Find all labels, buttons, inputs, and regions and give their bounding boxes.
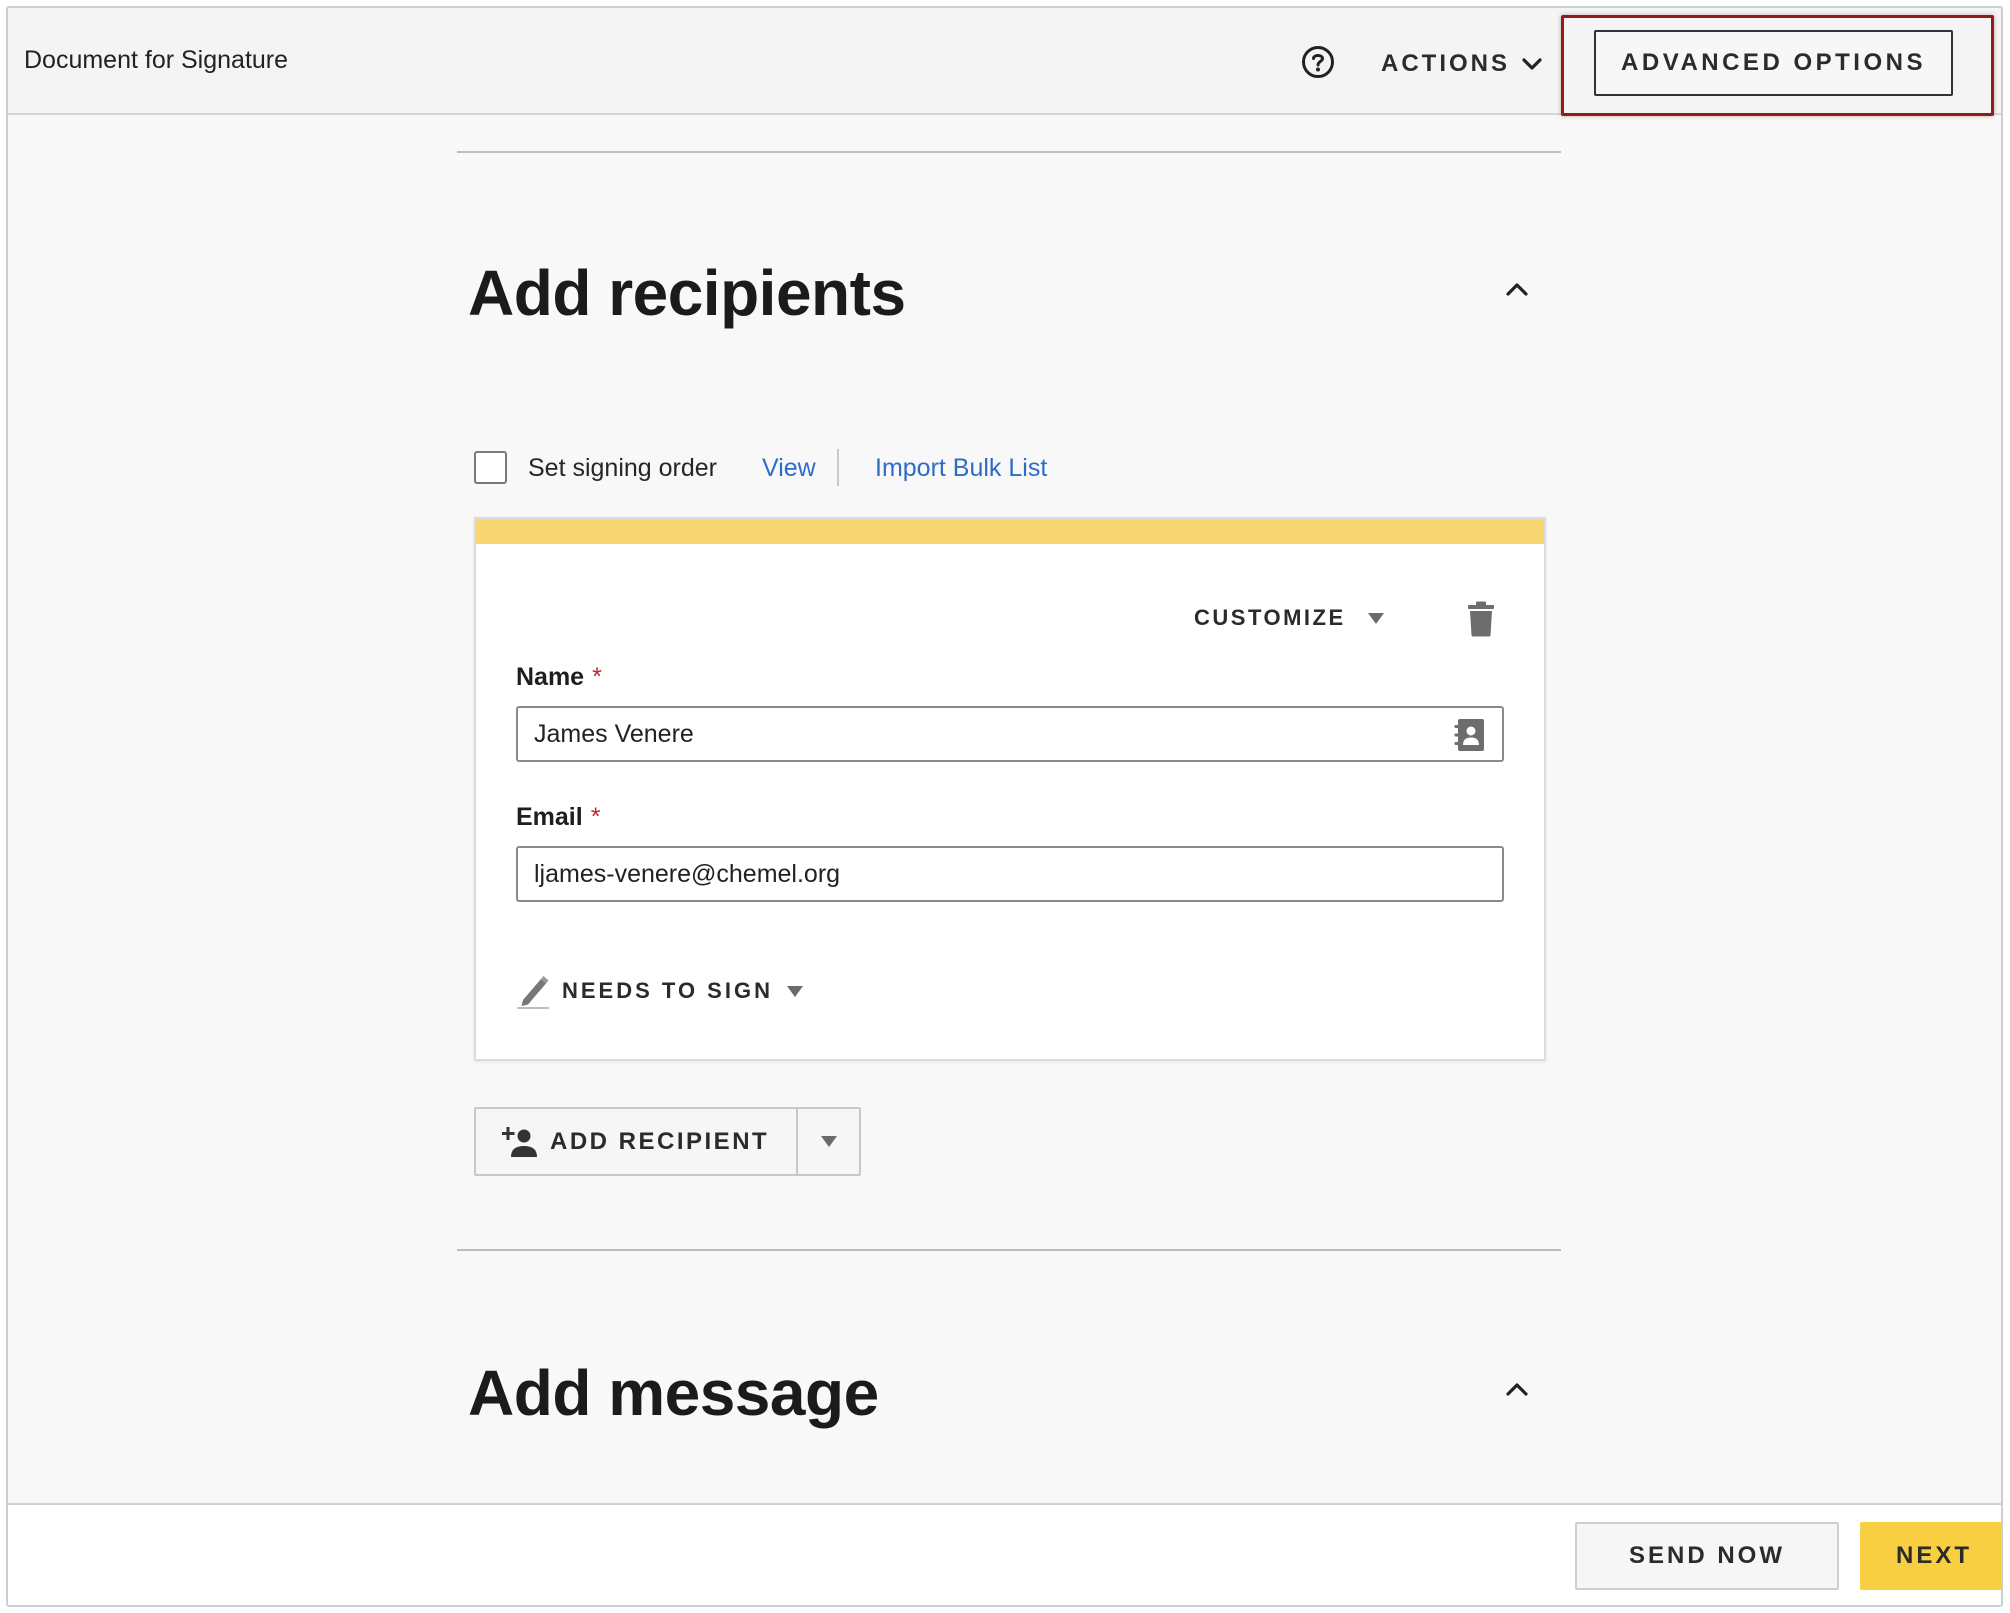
set-signing-order-checkbox[interactable]	[474, 451, 507, 484]
required-mark: *	[590, 803, 601, 831]
recipient-color-stripe	[476, 519, 1544, 544]
top-bar: Document for Signature ACTIONS ADVANCED …	[8, 8, 2001, 116]
email-label: Email *	[516, 803, 600, 832]
required-mark: *	[592, 663, 602, 691]
set-signing-order-label: Set signing order	[528, 454, 718, 482]
view-link[interactable]: View	[762, 454, 816, 483]
person-add-icon	[502, 1126, 537, 1157]
name-value: James Venere	[534, 719, 694, 748]
next-button[interactable]: NEXT	[1860, 1522, 2001, 1590]
caret-down-icon	[786, 985, 803, 997]
email-label-text: Email	[516, 803, 583, 831]
recipient-role-dropdown[interactable]: NEEDS TO SIGN	[516, 971, 803, 1011]
add-recipient-label: ADD RECIPIENT	[550, 1127, 770, 1155]
send-now-button[interactable]: SEND NOW	[1575, 1522, 1839, 1590]
actions-label: ACTIONS	[1381, 50, 1510, 77]
customize-label: CUSTOMIZE	[1194, 605, 1346, 630]
app-window: Document for Signature ACTIONS ADVANCED …	[6, 6, 2003, 1607]
name-label: Name *	[516, 663, 602, 692]
section-divider	[457, 1249, 1561, 1251]
email-value: ljames-venere@chemel.org	[534, 859, 841, 888]
section-divider	[457, 151, 1561, 153]
actions-menu-button[interactable]: ACTIONS	[1381, 44, 1542, 84]
chevron-up-icon[interactable]	[1500, 1374, 1534, 1404]
caret-down-icon	[1367, 612, 1384, 624]
caret-down-icon	[820, 1136, 837, 1147]
advanced-options-button[interactable]: ADVANCED OPTIONS	[1594, 30, 1953, 96]
add-recipient-button[interactable]: ADD RECIPIENT	[476, 1109, 798, 1174]
trash-icon[interactable]	[1466, 601, 1496, 637]
name-input[interactable]: James Venere	[516, 706, 1504, 762]
role-label: NEEDS TO SIGN	[562, 978, 773, 1003]
pen-icon	[517, 976, 549, 1009]
recipient-card: CUSTOMIZE Name * James Venere Email * lj…	[474, 517, 1546, 1061]
add-recipient-split-button: ADD RECIPIENT	[474, 1107, 861, 1176]
customize-dropdown[interactable]: CUSTOMIZE	[1194, 600, 1384, 636]
address-book-icon[interactable]	[1454, 718, 1486, 752]
chevron-up-icon[interactable]	[1500, 274, 1534, 304]
chevron-down-icon	[1522, 57, 1542, 71]
footer-bar: SEND NOW NEXT	[8, 1503, 2001, 1605]
import-bulk-list-link[interactable]: Import Bulk List	[875, 454, 1047, 483]
email-input[interactable]: ljames-venere@chemel.org	[516, 846, 1504, 902]
add-recipient-dropdown-toggle[interactable]	[798, 1109, 859, 1174]
document-title: Document for Signature	[24, 46, 289, 74]
name-label-text: Name	[516, 663, 585, 691]
section-title-message: Add message	[468, 1357, 879, 1429]
link-separator	[837, 449, 839, 486]
help-icon[interactable]	[1301, 45, 1335, 79]
section-title-recipients: Add recipients	[468, 257, 906, 329]
